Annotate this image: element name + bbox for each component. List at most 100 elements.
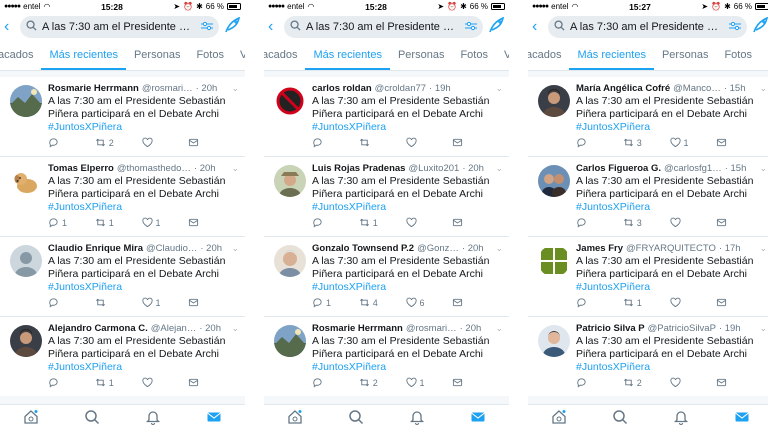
hashtag-link[interactable]: #JuntosXPiñera (48, 201, 239, 214)
explore-search-icon[interactable] (612, 409, 628, 430)
hashtag-link[interactable]: #JuntosXPiñera (312, 201, 503, 214)
tab-fotos[interactable]: Fotos (188, 49, 232, 70)
tweet-item[interactable]: Luis Rojas Pradenas @Luxito201 · 20h ⌄ A las… (264, 157, 509, 237)
dm-button[interactable] (452, 217, 499, 229)
author-name[interactable]: Patricio Silva P (576, 323, 645, 334)
hashtag-link[interactable]: #JuntosXPiñera (312, 361, 503, 374)
author-name[interactable]: Carlos Figueroa G. (576, 163, 661, 174)
tab-más-recientes[interactable]: Más recientes (41, 49, 126, 70)
hashtag-link[interactable]: #JuntosXPiñera (576, 281, 767, 294)
retweet-button[interactable]: 2 (623, 377, 670, 389)
search-input[interactable]: A las 7:30 am el Presidente Sebastián Pi… (548, 16, 747, 38)
hashtag-link[interactable]: #JuntosXPiñera (576, 121, 767, 134)
dm-button[interactable] (452, 377, 499, 389)
filter-sliders-icon[interactable] (465, 21, 477, 34)
retweet-button[interactable]: 4 (359, 297, 406, 309)
compose-feather-icon[interactable] (751, 16, 768, 38)
chevron-down-icon[interactable]: ⌄ (757, 163, 767, 174)
avatar[interactable] (10, 325, 42, 357)
retweet-button[interactable]: 1 (623, 297, 670, 309)
tab-más-recientes[interactable]: Más recientes (569, 49, 654, 70)
dm-button[interactable] (716, 217, 763, 229)
tweet-item[interactable]: Gonzalo Townsend P.2 @Gonz… · 20h ⌄ A las 7:… (264, 237, 509, 317)
like-button[interactable] (669, 297, 717, 309)
like-button[interactable] (405, 217, 453, 229)
dm-button[interactable] (188, 297, 235, 309)
tab-más-recientes[interactable]: Más recientes (305, 49, 390, 70)
notifications-bell-icon[interactable] (145, 409, 161, 430)
compose-feather-icon[interactable] (487, 16, 505, 38)
search-input[interactable]: A las 7:30 am el Presidente Sebastián Pi… (284, 16, 483, 38)
hashtag-link[interactable]: #JuntosXPiñera (576, 361, 767, 374)
like-button[interactable]: 1 (669, 137, 717, 149)
compose-feather-icon[interactable] (223, 16, 241, 38)
search-input[interactable]: A las 7:30 am el Presidente Sebastián Pi… (20, 16, 219, 38)
author-name[interactable]: Gonzalo Townsend P.2 (312, 243, 414, 254)
retweet-button[interactable]: 1 (359, 217, 406, 229)
chevron-down-icon[interactable]: ⌄ (493, 163, 503, 174)
tweet-item[interactable]: María Angélica Cofré @Manco… · 15h ⌄ A las 7… (528, 77, 768, 157)
chevron-down-icon[interactable]: ⌄ (229, 83, 239, 94)
dm-button[interactable] (716, 137, 763, 149)
retweet-button[interactable] (95, 297, 142, 309)
back-arrow-icon[interactable]: ‹ (268, 19, 280, 35)
tab-personas[interactable]: Personas (126, 49, 188, 70)
tweet-item[interactable]: carlos roldan @croldan77 · 19h ⌄ A las 7:30 … (264, 77, 509, 157)
messages-envelope-icon[interactable] (734, 409, 750, 430)
chevron-down-icon[interactable]: ⌄ (757, 323, 767, 334)
like-button[interactable]: 1 (141, 297, 189, 309)
avatar[interactable] (10, 85, 42, 117)
avatar[interactable] (538, 245, 570, 277)
chevron-down-icon[interactable]: ⌄ (229, 163, 239, 174)
dm-button[interactable] (716, 297, 763, 309)
reply-button[interactable] (576, 217, 623, 229)
avatar[interactable] (538, 165, 570, 197)
dm-button[interactable] (716, 377, 763, 389)
author-name[interactable]: James Fry (576, 243, 623, 254)
reply-button[interactable] (576, 377, 623, 389)
reply-button[interactable] (312, 377, 359, 389)
back-arrow-icon[interactable]: ‹ (4, 19, 16, 35)
tweet-item[interactable]: James Fry @FRYARQUITECTO · 17h ⌄ A las 7:30 … (528, 237, 768, 317)
avatar[interactable] (10, 245, 42, 277)
back-arrow-icon[interactable]: ‹ (532, 19, 544, 35)
tab-vid[interactable]: Vid (760, 49, 768, 70)
tweet-item[interactable]: Rosmarie Herrmann @rosmari… · 20h ⌄ A las 7:… (0, 77, 245, 157)
avatar[interactable] (538, 85, 570, 117)
tab-personas[interactable]: Personas (390, 49, 452, 70)
explore-search-icon[interactable] (348, 409, 364, 430)
dm-button[interactable] (188, 377, 235, 389)
dm-button[interactable] (452, 297, 499, 309)
author-name[interactable]: Rosmarie Herrmann (312, 323, 403, 334)
dm-button[interactable] (188, 217, 235, 229)
author-name[interactable]: Rosmarie Herrmann (48, 83, 139, 94)
tab-personas[interactable]: Personas (654, 49, 716, 70)
tab-acados[interactable]: acados (0, 49, 41, 70)
retweet-button[interactable]: 3 (623, 217, 670, 229)
like-button[interactable]: 1 (405, 377, 453, 389)
reply-button[interactable] (48, 297, 95, 309)
reply-button[interactable]: 1 (312, 297, 359, 309)
home-icon[interactable] (23, 409, 39, 430)
hashtag-link[interactable]: #JuntosXPiñera (312, 281, 503, 294)
notifications-bell-icon[interactable] (673, 409, 689, 430)
retweet-button[interactable]: 2 (359, 377, 406, 389)
dm-button[interactable] (188, 137, 235, 149)
chevron-down-icon[interactable]: ⌄ (229, 243, 239, 254)
avatar[interactable] (274, 245, 306, 277)
tweet-item[interactable]: Patricio Silva P @PatricioSilvaP · 19h ⌄ A l… (528, 317, 768, 397)
avatar[interactable] (10, 165, 42, 197)
hashtag-link[interactable]: #JuntosXPiñera (312, 121, 503, 134)
tab-acados[interactable]: acados (264, 49, 305, 70)
chevron-down-icon[interactable]: ⌄ (757, 243, 767, 254)
retweet-button[interactable] (359, 137, 406, 149)
explore-search-icon[interactable] (84, 409, 100, 430)
home-icon[interactable] (551, 409, 567, 430)
retweet-button[interactable]: 2 (95, 137, 142, 149)
reply-button[interactable] (48, 137, 95, 149)
reply-button[interactable] (576, 297, 623, 309)
chevron-down-icon[interactable]: ⌄ (493, 323, 503, 334)
avatar[interactable] (538, 325, 570, 357)
tab-fotos[interactable]: Fotos (716, 49, 760, 70)
chevron-down-icon[interactable]: ⌄ (493, 243, 503, 254)
